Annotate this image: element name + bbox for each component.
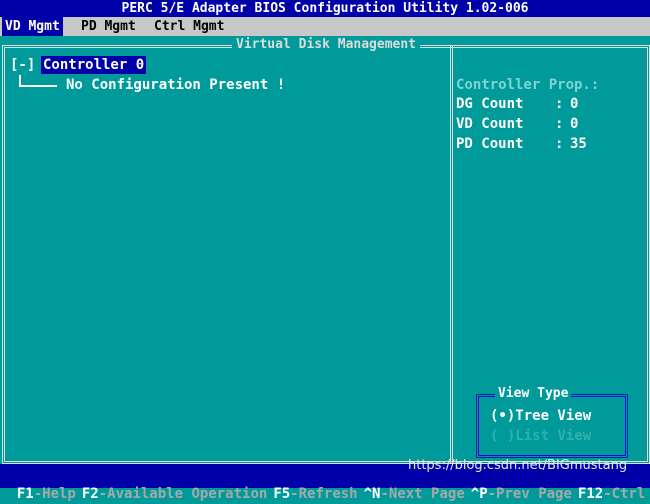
view-option-list[interactable]: ( )List View — [490, 427, 591, 445]
prop-value-dg-count: 0 — [570, 96, 579, 112]
tab-ctrl-mgmt[interactable]: Ctrl Mgmt — [151, 17, 227, 36]
status-item-ctrl: F12-Ctrl — [577, 486, 646, 502]
tab-pd-mgmt[interactable]: PD Mgmt — [78, 17, 139, 36]
status-item-next-page: ^N-Next Page — [363, 486, 465, 502]
tab-vd-mgmt[interactable]: VD Mgmt — [2, 17, 63, 36]
status-item-refresh: F5-Refresh — [273, 486, 358, 502]
prop-label-vd-count: VD Count — [456, 116, 524, 132]
properties-title: Controller Prop.: — [456, 77, 600, 93]
watermark-url: https://blog.csdn.net/BIGmustang — [408, 458, 628, 473]
status-item-available-operation: F2-Available Operation — [81, 486, 268, 502]
tree-collapse-toggle[interactable]: [-] — [10, 56, 35, 74]
view-type-title: View Type — [495, 386, 572, 402]
tree-item-no-configuration[interactable]: No Configuration Present ! — [66, 76, 285, 94]
prop-colon: : — [555, 136, 564, 152]
tree-connector-line — [19, 75, 57, 87]
frame-title: Virtual Disk Management — [232, 37, 421, 53]
prop-label-dg-count: DG Count — [456, 96, 524, 112]
view-type-box — [476, 394, 628, 458]
status-item-help: F1-Help — [16, 486, 76, 502]
status-item-prev-page: ^P-Prev Page — [470, 486, 572, 502]
prop-colon: : — [555, 116, 564, 132]
tree-item-controller[interactable]: Controller 0 — [41, 56, 147, 74]
prop-value-pd-count: 35 — [570, 136, 587, 152]
tab-bar: VD Mgmt PD Mgmt Ctrl Mgmt — [0, 17, 650, 36]
prop-value-vd-count: 0 — [570, 116, 579, 132]
prop-label-pd-count: PD Count — [456, 136, 524, 152]
prop-colon: : — [555, 96, 564, 112]
view-option-tree[interactable]: (•)Tree View — [490, 407, 591, 425]
window-title: PERC 5/E Adapter BIOS Configuration Util… — [0, 0, 650, 17]
